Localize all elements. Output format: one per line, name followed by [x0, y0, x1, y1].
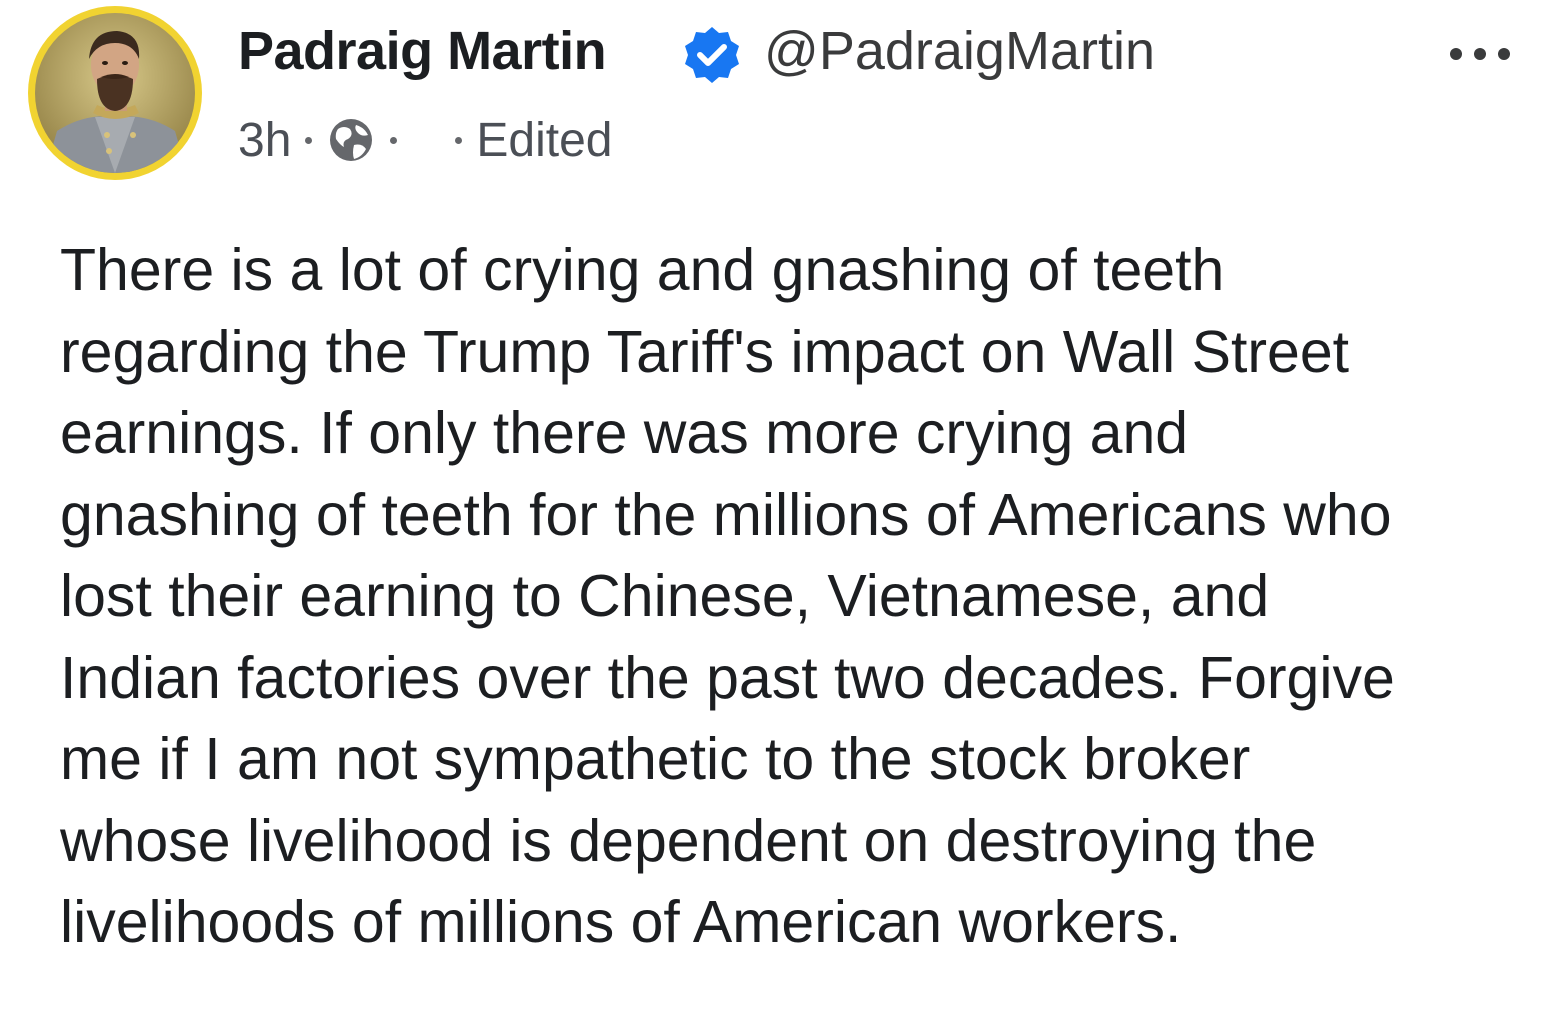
post-timestamp[interactable]: 3h [238, 113, 291, 168]
post-body-line: There is a lot of crying and gnashing of… [60, 237, 1225, 303]
post-card: Padraig Martin @PadraigMartin 3h Edited … [0, 0, 1562, 1009]
author-handle[interactable]: @PadraigMartin [764, 20, 1155, 82]
separator-dot [305, 136, 313, 144]
edited-label[interactable]: Edited [476, 113, 612, 168]
post-body-line: Indian factories over the past two decad… [60, 644, 1395, 711]
post-body: There is a lot of crying and gnashing of… [60, 230, 1520, 964]
author-name[interactable]: Padraig Martin [238, 20, 607, 82]
post-body-line: livelihoods of millions of American work… [60, 889, 1182, 955]
verified-badge-icon [685, 27, 739, 83]
post-body-line: gnashing of teeth for the millions of Am… [60, 481, 1392, 548]
post-meta: 3h Edited [238, 110, 613, 170]
separator-dot [390, 136, 398, 144]
separator-dot [455, 136, 463, 144]
globe-icon[interactable] [326, 115, 376, 165]
post-body-line: regarding the Trump Tariff's impact on W… [60, 318, 1350, 385]
post-body-line: whose livelihood is dependent on destroy… [60, 807, 1317, 874]
post-body-line: me if I am not sympathetic to the stock … [60, 726, 1251, 792]
post-body-line: lost their earning to Chinese, Vietnames… [60, 563, 1270, 629]
avatar-portrait-image [35, 13, 195, 173]
avatar[interactable] [28, 6, 202, 180]
post-body-line: earnings. If only there was more crying … [60, 400, 1189, 466]
more-options-icon[interactable] [1440, 22, 1520, 82]
